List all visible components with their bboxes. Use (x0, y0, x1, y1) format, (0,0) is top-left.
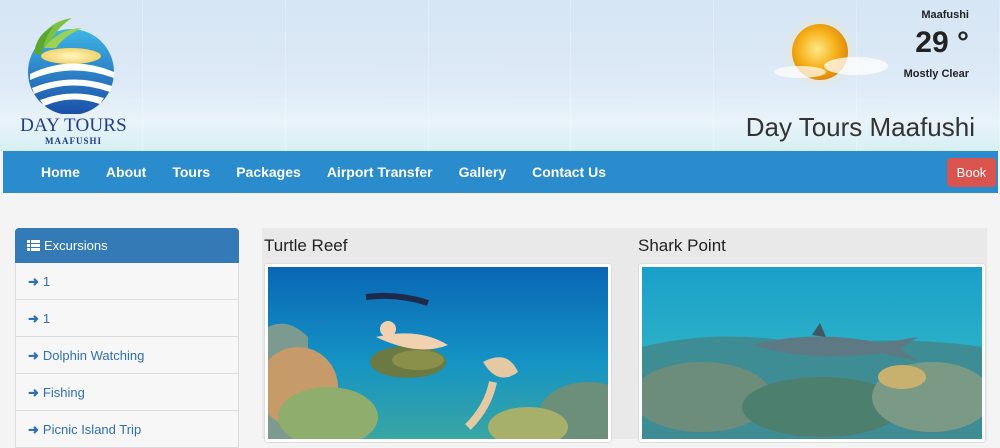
logo-subtext: MAAFUSHI (45, 136, 102, 146)
logo-emblem-icon (28, 18, 114, 114)
arrow-right-icon: ➜ (28, 385, 39, 400)
nav-home[interactable]: Home (28, 151, 93, 193)
tour-card-shark-point[interactable]: Shark Point (636, 228, 986, 443)
weather-location: Maafushi (921, 9, 969, 21)
arrow-right-icon: ➜ (28, 311, 39, 326)
nav-about[interactable]: About (93, 151, 159, 193)
sidebar-item-label: Dolphin Watching (42, 348, 145, 363)
excursions-sidebar: Excursions ➜ 1 ➜ 1 ➜ Dolphin Watching ➜ Fish… (15, 228, 239, 448)
site-logo[interactable]: DAY TOURS MAAFUSHI (14, 14, 129, 148)
sidebar-item-1[interactable]: ➜ 1 (15, 263, 239, 300)
nav-contact-us[interactable]: Contact Us (519, 151, 619, 193)
tour-card-turtle-reef[interactable]: Turtle Reef (262, 228, 612, 443)
sidebar-heading-label: Excursions (44, 238, 108, 253)
sidebar-item-label: 1 (42, 311, 51, 326)
sidebar-item-1b[interactable]: ➜ 1 (15, 300, 239, 337)
tour-card-image[interactable] (638, 263, 986, 443)
sidebar-item-dolphin-watching[interactable]: ➜ Dolphin Watching (15, 337, 239, 374)
site-header: DAY TOURS MAAFUSHI Maafushi 29 ° Mostly … (0, 0, 1000, 151)
arrow-right-icon: ➜ (28, 274, 39, 289)
sidebar-item-fishing[interactable]: ➜ Fishing (15, 374, 239, 411)
logo-text: DAY TOURS (20, 115, 127, 136)
arrow-right-icon: ➜ (28, 422, 39, 437)
list-grid-icon (27, 229, 40, 264)
sun-cloud-icon (768, 14, 888, 94)
site-title: Day Tours Maafushi (745, 112, 975, 142)
weather-condition: Mostly Clear (903, 68, 969, 80)
sidebar-item-picnic-island-trip[interactable]: ➜ Picnic Island Trip (15, 411, 239, 448)
nav-tours[interactable]: Tours (159, 151, 223, 193)
arrow-right-icon: ➜ (28, 348, 39, 363)
sidebar-item-label: Picnic Island Trip (42, 422, 142, 437)
tour-card-image[interactable] (264, 263, 612, 443)
nav-gallery[interactable]: Gallery (446, 151, 519, 193)
sidebar-item-label: 1 (42, 274, 51, 289)
main-navbar: Home About Tours Packages Airport Transf… (3, 151, 998, 193)
nav-airport-transfer[interactable]: Airport Transfer (314, 151, 446, 193)
book-button[interactable]: Book (947, 158, 996, 187)
sidebar-heading[interactable]: Excursions (15, 228, 239, 263)
sidebar-item-label: Fishing (42, 385, 85, 400)
nav-packages[interactable]: Packages (223, 151, 314, 193)
tour-card-title[interactable]: Turtle Reef (262, 228, 612, 263)
tour-card-title[interactable]: Shark Point (636, 228, 986, 263)
tours-grid: Turtle Reef Shark Point (262, 228, 987, 443)
weather-temperature: 29 ° (915, 26, 969, 59)
